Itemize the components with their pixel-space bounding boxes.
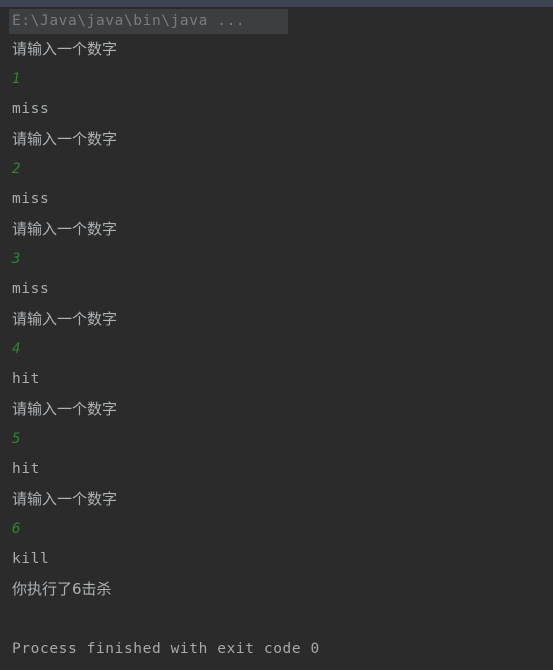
console-output-area[interactable]: E:\Java\java\bin\java ... 请输入一个数字 1 miss 请输… <box>0 7 553 670</box>
command-line-text: E:\Java\java\bin\java ... <box>12 13 246 29</box>
console-line: 4 <box>12 341 22 357</box>
console-line: hit <box>12 371 40 387</box>
console-line: 请输入一个数字 <box>12 40 118 58</box>
console-line: Process finished with exit code 0 <box>12 641 320 657</box>
console-line: 请输入一个数字 <box>12 130 118 148</box>
console-line: 6 <box>12 521 22 537</box>
console-line: miss <box>12 101 50 117</box>
run-console-window: E:\Java\java\bin\java ... 请输入一个数字 1 miss 请输… <box>0 0 553 670</box>
console-line: 请输入一个数字 <box>12 490 118 508</box>
console-line: 1 <box>12 71 22 87</box>
console-line: 3 <box>12 251 22 267</box>
console-line: 请输入一个数字 <box>12 220 118 238</box>
console-line: 5 <box>12 431 22 447</box>
console-line: 2 <box>12 161 22 177</box>
console-line: miss <box>12 281 50 297</box>
console-line: 请输入一个数字 <box>12 310 118 328</box>
toolbar-strip <box>0 0 553 7</box>
console-line: miss <box>12 191 50 207</box>
console-line: 你执行了6击杀 <box>12 580 112 598</box>
console-lines: 请输入一个数字 1 miss 请输入一个数字 2 miss 请输入一个数字 3 miss 请输入一… <box>0 34 553 664</box>
command-line-row: E:\Java\java\bin\java ... <box>0 9 553 34</box>
console-line: kill <box>12 551 50 567</box>
console-line: 请输入一个数字 <box>12 400 118 418</box>
console-line: hit <box>12 461 40 477</box>
